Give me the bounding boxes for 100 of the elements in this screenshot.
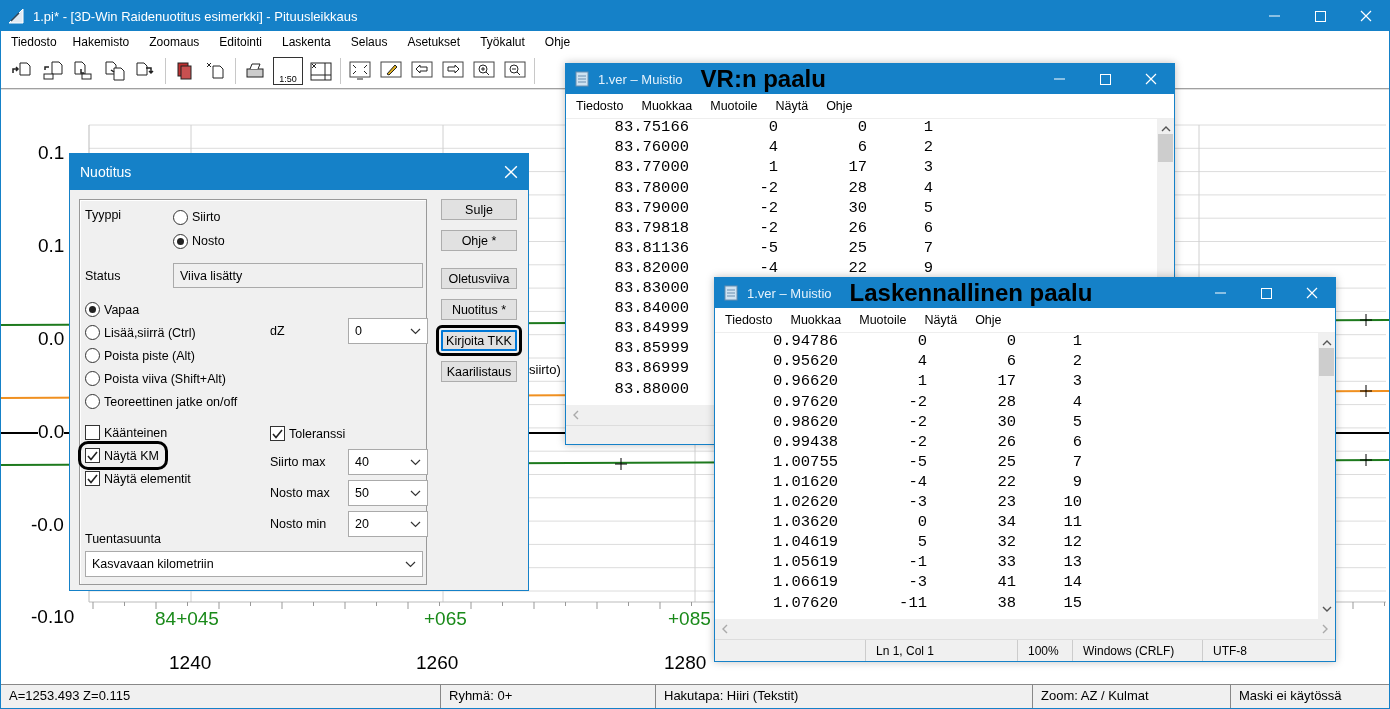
text-cell: 0.99438	[772, 434, 838, 451]
text-cell: 1	[917, 374, 927, 390]
text-cell: -2	[908, 394, 927, 411]
checkbox[interactable]: Käänteinen	[85, 421, 168, 444]
menu-item[interactable]: Editointi	[209, 35, 272, 49]
close-icon	[1360, 10, 1372, 22]
frame-icon	[309, 59, 333, 82]
radio-button[interactable]: Lisää,siirrä (Ctrl)	[85, 321, 196, 344]
dropdown[interactable]: 50	[348, 480, 428, 506]
text-cell: 9	[1072, 474, 1082, 491]
text-cell: -2	[759, 220, 778, 237]
axis-label: 1260	[416, 652, 459, 674]
checkbox[interactable]: Näytä KM	[81, 444, 165, 467]
caret-icon	[410, 327, 421, 335]
app-icon	[7, 7, 25, 25]
text-cell: 0	[1006, 334, 1016, 350]
text-cell: 1.04619	[772, 535, 838, 551]
text-cell: 0.97620	[772, 394, 838, 411]
radio-button[interactable]: Poista piste (Alt)	[85, 344, 195, 367]
scale-button[interactable]: 1:50	[273, 56, 303, 85]
text-cell: 1.00755	[772, 454, 838, 471]
status-field: Viiva lisätty	[173, 263, 423, 288]
dropdown[interactable]: 20	[348, 511, 428, 537]
radio-button[interactable]: Siirto	[173, 205, 221, 229]
text-cell: -2	[759, 200, 778, 217]
text-cell: 5	[923, 200, 933, 217]
text-cell: 83.84999	[614, 321, 689, 337]
text-cell: 1.07620	[772, 595, 838, 611]
dialog-button[interactable]: Kaarilistaus	[441, 361, 517, 382]
menu-item[interactable]: Muokkaa	[781, 313, 851, 327]
text-cell: 83.75166	[614, 120, 689, 136]
text-cell: 17	[997, 374, 1016, 390]
text-cell: 38	[997, 595, 1016, 611]
menu-item[interactable]: Ohje	[817, 99, 862, 113]
dialog-button[interactable]: Ohje *	[441, 230, 517, 251]
dropdown[interactable]: 40	[348, 449, 428, 475]
menu-item[interactable]: Tiedosto	[567, 99, 633, 113]
text-cell: -3	[908, 575, 927, 591]
text-cell: 26	[848, 220, 867, 237]
text-cell: 9	[923, 260, 933, 277]
radio-button[interactable]: Nosto	[173, 229, 225, 253]
text-cell: 83.84000	[614, 301, 689, 317]
field-label: Tuentasuunta	[85, 532, 162, 546]
dropdown[interactable]: 0	[348, 318, 428, 344]
scrollbar-thumb[interactable]	[1319, 348, 1334, 376]
axis-label: 1280	[664, 652, 707, 674]
menu-item[interactable]: Näytä	[766, 99, 818, 113]
scrollbar-thumb[interactable]	[1158, 134, 1173, 162]
menu-item[interactable]: Näytä	[915, 313, 967, 327]
menu-item[interactable]: Tiedosto	[716, 313, 782, 327]
menu-item[interactable]: Hakemisto	[62, 35, 140, 49]
menu-item[interactable]: Tiedosto	[5, 35, 63, 49]
text-cell: 1	[768, 160, 778, 176]
text-cell: 26	[997, 434, 1016, 451]
checkbox[interactable]: Näytä elementit	[85, 467, 191, 490]
text-cell: 33	[997, 555, 1016, 571]
text-cell: 4	[768, 140, 778, 156]
scroll-left-icon	[572, 410, 579, 420]
window-title: 1.pi* - [3D-Win Raidenuotitus esimerkki] - Pituusleikkaus	[33, 8, 359, 24]
text-cell: 83.76000	[614, 140, 689, 156]
text-cell: 22	[848, 260, 867, 277]
menu-item[interactable]: Laskenta	[272, 35, 341, 49]
text-cell: 1.03620	[772, 515, 838, 531]
menu-item[interactable]: Selaus	[340, 35, 398, 49]
dropdown[interactable]: Kasvavaan kilometriin	[85, 551, 423, 577]
axis-label: 0.1	[38, 235, 65, 257]
menu-item[interactable]: Muotoile	[850, 313, 916, 327]
menu-item[interactable]: Ohje	[534, 35, 581, 49]
text-cell: -2	[759, 180, 778, 197]
dialog-button[interactable]: Sulje	[441, 199, 517, 220]
menu-item[interactable]: Ohje	[966, 313, 1011, 327]
axis-label: -0.0	[31, 514, 64, 536]
menu-item[interactable]: Työkalut	[470, 35, 535, 49]
radio-button[interactable]: Vapaa	[85, 298, 140, 321]
field-label: Tyyppi	[85, 208, 123, 222]
menu-item[interactable]: Muokkaa	[632, 99, 702, 113]
menu-item[interactable]: Muotoile	[701, 99, 767, 113]
dialog-button[interactable]: Oletusviiva	[441, 268, 517, 289]
text-cell: -5	[759, 240, 778, 257]
text-cell: 5	[1072, 414, 1082, 431]
text-cell: 0	[768, 120, 778, 136]
text-cell: 83.83000	[614, 281, 689, 297]
text-cell: -4	[759, 260, 778, 277]
dialog-button[interactable]: Nuotitus *	[441, 299, 517, 320]
menu-item[interactable]: Zoomaus	[139, 35, 210, 49]
text-cell: 30	[997, 414, 1016, 431]
field-label: Status	[85, 268, 122, 283]
checkbox[interactable]: Toleranssi	[270, 422, 346, 445]
close-icon	[1145, 73, 1157, 85]
maximize-icon	[1314, 10, 1326, 22]
text-cell: 83.82000	[614, 260, 689, 277]
minimize-icon	[1053, 78, 1065, 80]
text-cell: 1	[1072, 334, 1082, 350]
text-cell: 0	[917, 334, 927, 350]
radio-button[interactable]: Teoreettinen jatke on/off	[85, 390, 238, 413]
radio-button[interactable]: Poista viiva (Shift+Alt)	[85, 367, 226, 390]
text-cell: 4	[917, 354, 927, 370]
text-cell: 41	[997, 575, 1016, 591]
menu-item[interactable]: Asetukset	[397, 35, 471, 49]
text-cell: 6	[1006, 354, 1016, 370]
